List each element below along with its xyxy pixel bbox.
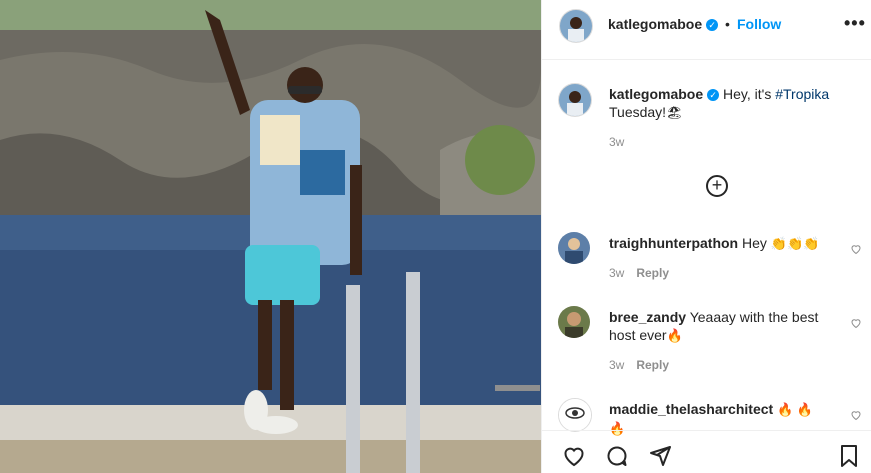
comment-text: bree_zandy Yeaaay with the best host eve… [609,308,829,345]
reply-button[interactable]: Reply [636,266,669,280]
commenter-avatar[interactable] [558,398,592,432]
author-username[interactable]: katlegomaboe [608,16,702,32]
share-icon[interactable] [648,444,672,468]
caption-verified-icon: ✓ [707,89,720,102]
caption-author-avatar[interactable] [558,83,592,117]
verified-icon: ✓ [706,18,719,31]
photo-image [0,0,541,473]
post-header: katlegomaboe ✓ • Follow ••• [542,0,871,60]
commenter-username[interactable]: traighhunterpathon [609,235,738,251]
comment-like-icon[interactable] [850,243,862,255]
caption-body: Hey, it's [723,86,772,102]
more-options-icon[interactable]: ••• [844,13,866,34]
separator-dot: • [725,16,730,32]
comment-timestamp[interactable]: 3w [609,266,624,280]
comment-meta: 3w Reply [609,266,669,280]
comment-body: Hey [742,235,767,251]
post-details-panel: katlegomaboe ✓ • Follow ••• katlegomaboe ✓… [541,0,871,473]
comment-emoji: 🔥 [666,328,683,343]
caption-tail: Tuesday! [609,104,667,120]
comment-timestamp[interactable]: 3w [609,358,624,372]
commenter-username[interactable]: maddie_thelasharchitect [609,401,773,417]
author-username-row: katlegomaboe ✓ [608,16,719,34]
post-action-bar [542,430,871,473]
heart-icon[interactable] [562,444,586,468]
caption-text: katlegomaboe ✓ Hey, it's #Tropika Tuesday… [609,85,849,122]
commenter-avatar[interactable] [558,232,590,264]
author-avatar[interactable] [559,9,593,43]
commenter-username[interactable]: bree_zandy [609,309,686,325]
follow-button[interactable]: Follow [737,16,781,32]
comment-like-icon[interactable] [850,317,862,329]
comment-meta: 3w Reply [609,358,669,372]
commenter-avatar[interactable] [558,306,590,338]
comment-text: traighhunterpathon Hey 👏👏👏 [609,234,829,253]
caption-emoji: 🏖 [666,105,683,120]
reply-button[interactable]: Reply [636,358,669,372]
post-photo[interactable] [0,0,541,473]
caption-username[interactable]: katlegomaboe [609,86,703,102]
comment-like-icon[interactable] [850,409,862,421]
bookmark-icon[interactable] [837,444,861,468]
caption-timestamp[interactable]: 3w [609,135,624,149]
comment-emoji: 👏👏👏 [770,236,820,251]
caption-hashtag[interactable]: #Tropika [775,86,829,102]
add-comment-icon[interactable]: + [706,175,728,197]
comment-icon[interactable] [605,444,629,468]
